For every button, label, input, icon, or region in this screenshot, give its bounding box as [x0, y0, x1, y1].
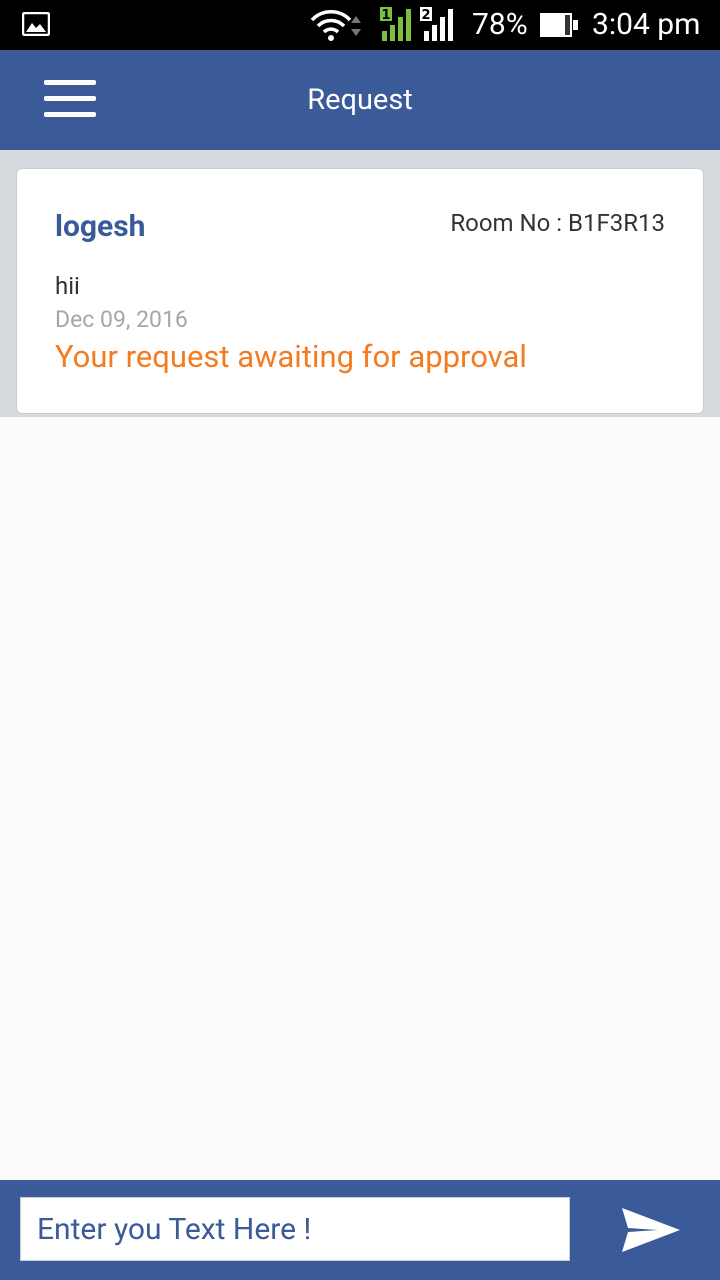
room-number: Room No : B1F3R13	[450, 209, 665, 237]
wifi-icon	[310, 10, 361, 41]
battery-icon	[540, 13, 578, 37]
sim2-signal-icon: 2	[420, 7, 453, 41]
gallery-notification-icon	[22, 12, 50, 36]
page-title: Request	[307, 83, 413, 117]
request-date: Dec 09, 2016	[55, 306, 188, 333]
battery-percent: 78%	[472, 7, 528, 42]
status-bar: 1 2 78% 3:04 pm	[0, 0, 720, 50]
clock: 3:04 pm	[592, 7, 701, 42]
sim1-label: 1	[381, 8, 390, 23]
sim1-signal-icon: 1	[380, 7, 411, 41]
sim2-label: 2	[421, 8, 430, 23]
requester-name: logesh	[55, 209, 146, 244]
request-card[interactable]: logesh Room No : B1F3R13 hii Dec 09, 201…	[16, 168, 704, 414]
send-icon[interactable]	[618, 1204, 684, 1256]
request-status: Your request awaiting for approval	[55, 338, 527, 375]
request-message: hii	[55, 272, 80, 300]
message-input[interactable]	[20, 1197, 570, 1261]
